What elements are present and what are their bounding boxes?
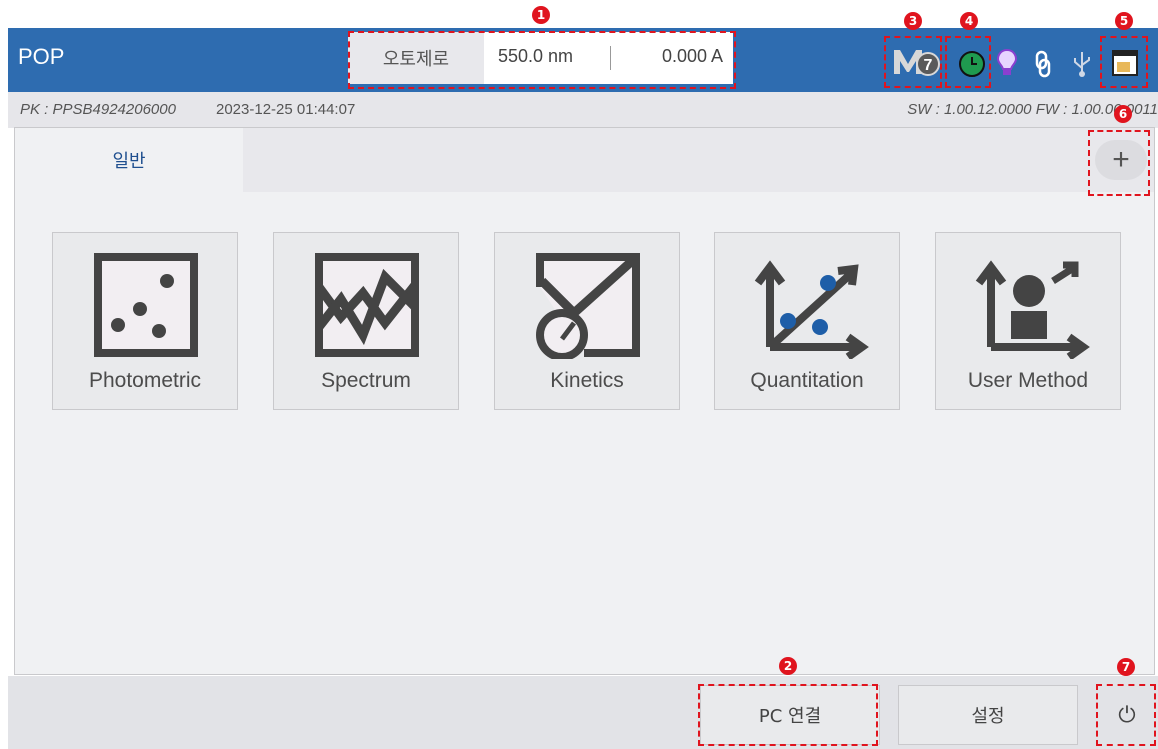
annotation-number-2: 2 — [779, 657, 797, 675]
pc-connect-button[interactable]: PC 연결 — [700, 685, 880, 745]
add-tab-button[interactable]: + — [1095, 140, 1147, 180]
method-kinetics[interactable]: Kinetics — [494, 232, 680, 410]
annotation-number-3: 3 — [904, 12, 922, 30]
app-title: POP — [18, 44, 65, 69]
settings-button[interactable]: 설정 — [898, 685, 1078, 745]
bottom-bar: PC 연결 설정 ⏻ — [8, 676, 1158, 749]
info-row: PK : PPSB4924206000 2023-12-25 01:44:07 … — [8, 92, 1158, 128]
window-icon[interactable] — [1110, 48, 1140, 78]
method-label: Quantitation — [750, 369, 864, 392]
annotation-number-1: 1 — [532, 6, 550, 24]
m7-badge-number: 7 — [924, 57, 933, 74]
autozero-button[interactable]: 오토제로 — [348, 32, 484, 84]
method-photometric[interactable]: Photometric — [52, 232, 238, 410]
tab-bar: 일반 + — [15, 128, 1154, 192]
product-key: PK : PPSB4924206000 — [20, 101, 176, 118]
quantitation-icon — [754, 260, 869, 359]
method-spectrum[interactable]: Spectrum — [273, 232, 459, 410]
method-label: User Method — [967, 369, 1089, 392]
lamp-icon[interactable] — [996, 48, 1018, 78]
main-panel: 일반 + Photometric Spectrum Kinetics Quant… — [14, 127, 1155, 675]
absorbance-value: 0.000 A — [661, 46, 723, 66]
method-label: Photometric — [88, 369, 202, 392]
annotation-number-4: 4 — [960, 12, 978, 30]
clock-icon[interactable] — [958, 50, 986, 78]
annotation-number-6: 6 — [1114, 105, 1132, 123]
photometric-icon — [94, 253, 198, 357]
kinetics-icon — [536, 253, 640, 359]
power-button[interactable]: ⏻ — [1100, 685, 1154, 745]
m7-badge-icon[interactable]: 7 — [892, 44, 942, 78]
datetime: 2023-12-25 01:44:07 — [216, 101, 356, 118]
link-icon[interactable] — [1033, 50, 1053, 78]
method-label: Spectrum — [321, 369, 411, 392]
wavelength-value[interactable]: 550.0 nm — [498, 46, 573, 67]
measurement-box: 오토제로 550.0 nm 0.000 A — [348, 32, 733, 84]
method-user[interactable]: User Method — [935, 232, 1121, 410]
spectrum-icon — [315, 253, 419, 357]
divider — [610, 46, 611, 70]
annotation-number-5: 5 — [1115, 12, 1133, 30]
user-method-icon — [975, 260, 1090, 359]
title-bar: POP 오토제로 550.0 nm 0.000 A 7 — [8, 28, 1158, 92]
method-label: Kinetics — [550, 369, 624, 392]
annotation-number-7: 7 — [1117, 658, 1135, 676]
usb-icon[interactable] — [1071, 50, 1093, 78]
method-quantitation[interactable]: Quantitation — [714, 232, 900, 410]
tab-general[interactable]: 일반 — [15, 128, 243, 192]
